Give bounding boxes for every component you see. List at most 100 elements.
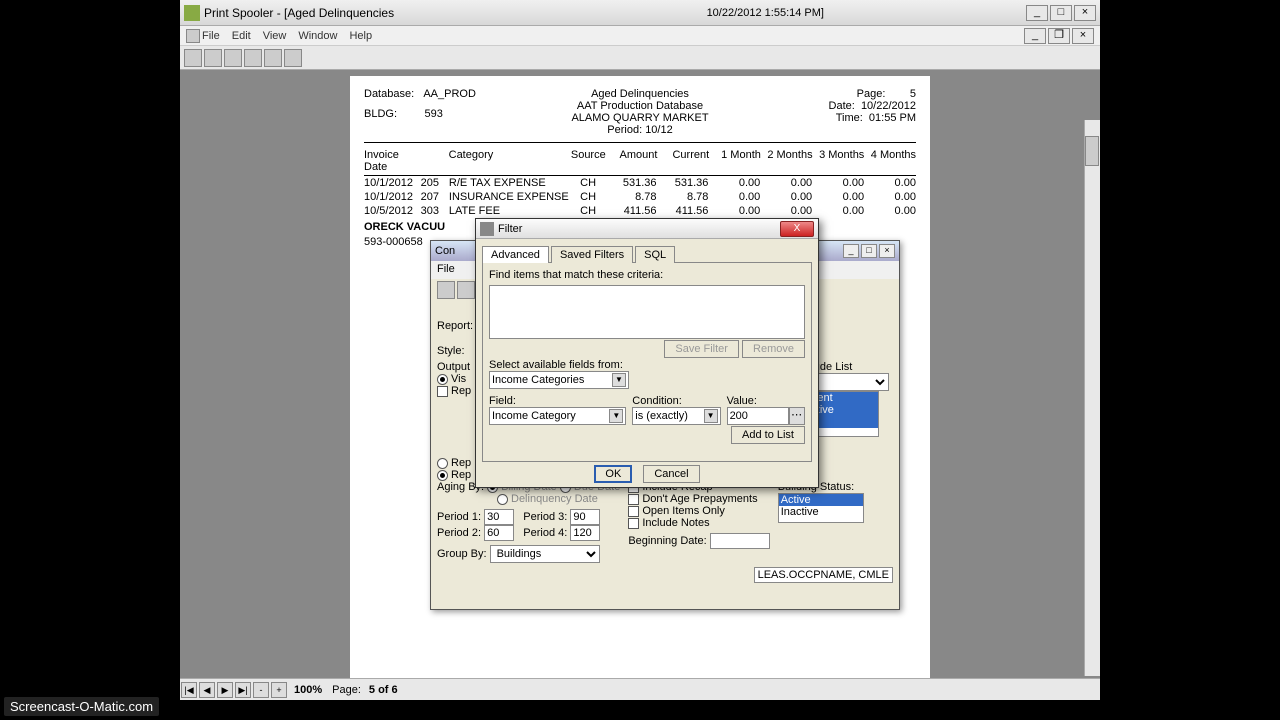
rpt-close[interactable]: × [879,244,895,258]
tool-5[interactable] [264,49,282,67]
chevron-down-icon: ▼ [612,373,626,387]
menu-edit[interactable]: Edit [232,30,251,42]
tool-print[interactable] [244,49,262,67]
menubar: File Edit View Window Help _ ❐ × [180,26,1100,46]
value-label: Value: [727,395,805,407]
save-filter-button[interactable]: Save Filter [664,340,739,358]
radio-rep1[interactable] [437,458,448,469]
table-row: 10/1/2012207INSURANCE EXPENSECH8.788.780… [364,190,916,204]
p2-input[interactable] [484,525,514,541]
time-label: Time: [836,112,863,124]
ok-button[interactable]: OK [594,465,632,483]
chk-notes[interactable] [628,518,639,529]
date-label: Date: [829,100,855,112]
begin-label: Beginning Date: [628,535,706,547]
period-label: Period: [607,124,642,136]
p4-input[interactable] [570,525,600,541]
menu-file[interactable]: File [202,30,220,42]
close-button[interactable]: × [1074,5,1096,21]
menu-window[interactable]: Window [298,30,337,42]
rpt-max[interactable]: □ [861,244,877,258]
p1-label: Period 1: [437,511,481,523]
period-value: 10/12 [645,124,673,136]
value-picker-button[interactable]: ⋯ [789,407,805,425]
table-row: 10/1/2012205R/E TAX EXPENSECH531.36531.3… [364,176,916,190]
rpt-tb2[interactable] [457,281,475,299]
time-value: 01:55 PM [869,112,916,124]
radio-delq[interactable] [497,494,508,505]
select-fields-dropdown[interactable]: Income Categories▼ [489,371,629,389]
menu-help[interactable]: Help [349,30,372,42]
date-value: 10/22/2012 [861,100,916,112]
report-title: Aged Delinquencies [548,88,732,100]
radio-vis[interactable] [437,374,448,385]
chk-rep1[interactable] [437,386,448,397]
report-subtitle2: ALAMO QUARRY MARKET [548,112,732,124]
vertical-scrollbar[interactable] [1084,120,1100,676]
child-close-button[interactable]: × [1072,28,1094,44]
page-value: 5 [910,88,916,100]
filter-title: Filter [498,223,522,235]
toolbar [180,46,1100,70]
chk-open[interactable] [628,506,639,517]
child-restore-button[interactable]: ❐ [1048,28,1070,44]
tab-sql[interactable]: SQL [635,246,675,263]
report-subtitle1: AAT Production Database [548,100,732,112]
tool-6[interactable] [284,49,302,67]
condition-dropdown[interactable]: is (exactly)▼ [632,407,720,425]
radio-rep2[interactable] [437,470,448,481]
field-label: Field: [489,395,626,407]
rpt-min[interactable]: _ [843,244,859,258]
window-titlebar: Print Spooler - [Aged Delinquencies 10/2… [180,0,1100,26]
bldg-label: BLDG: [364,108,397,120]
nav-next[interactable]: ▶ [217,682,233,698]
tool-3[interactable] [224,49,242,67]
window-title: Print Spooler - [Aged Delinquencies [204,6,707,20]
page-label: Page: [857,88,886,100]
remove-button[interactable]: Remove [742,340,805,358]
minimize-button[interactable]: _ [1026,5,1048,21]
system-menu-icon[interactable] [186,29,200,43]
value-input[interactable] [727,407,789,425]
app-icon [184,5,200,21]
group-select[interactable]: Buildings [490,545,600,563]
rpt-tb1[interactable] [437,281,455,299]
field-dropdown[interactable]: Income Category▼ [489,407,626,425]
condition-label: Condition: [632,395,720,407]
begin-input[interactable] [710,533,770,549]
filter-icon [480,222,494,236]
zoom-in[interactable]: + [271,682,287,698]
tab-advanced[interactable]: Advanced [482,246,549,263]
nav-last[interactable]: ▶| [235,682,251,698]
child-min-button[interactable]: _ [1024,28,1046,44]
p4-label: Period 4: [523,527,567,539]
bldg-value: 593 [425,108,443,120]
path-display: LEAS.OCCPNAME, CMLE [754,567,893,583]
chevron-down-icon: ▼ [609,409,623,423]
bstat-list[interactable]: Active Inactive [778,493,864,523]
nav-first[interactable]: |◀ [181,682,197,698]
chk-noage[interactable] [628,494,639,505]
menu-view[interactable]: View [263,30,287,42]
tool-1[interactable] [184,49,202,67]
watermark: Screencast-O-Matic.com [4,697,159,716]
table-row: 10/5/2012303LATE FEECH411.56411.560.000.… [364,204,916,218]
criteria-list[interactable] [489,285,805,339]
select-fields-label: Select available fields from: [489,359,805,371]
p2-label: Period 2: [437,527,481,539]
add-to-list-button[interactable]: Add to List [731,426,805,444]
cancel-button[interactable]: Cancel [643,465,699,483]
zoom-out[interactable]: - [253,682,269,698]
column-headers: Invoice Date Category Source Amount Curr… [364,147,916,176]
tool-2[interactable] [204,49,222,67]
maximize-button[interactable]: □ [1050,5,1072,21]
group-label: Group By: [437,548,487,560]
filter-close-button[interactable]: X [780,221,814,237]
tab-saved-filters[interactable]: Saved Filters [551,246,633,263]
p3-input[interactable] [570,509,600,525]
p1-input[interactable] [484,509,514,525]
filter-dialog: Filter X Advanced Saved Filters SQL Find… [475,218,819,488]
criteria-label: Find items that match these criteria: [489,269,805,281]
db-label: Database: [364,88,414,100]
nav-prev[interactable]: ◀ [199,682,215,698]
